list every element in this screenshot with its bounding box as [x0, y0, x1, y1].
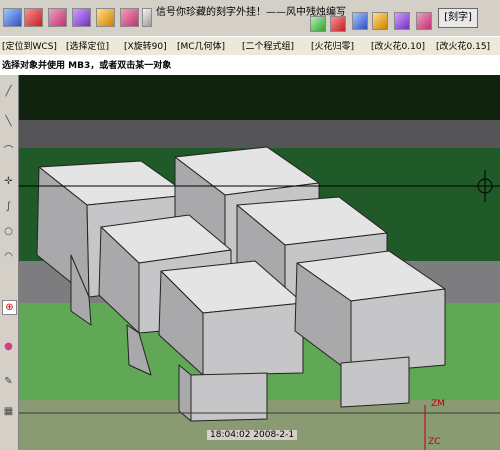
main-toolbar: 信号你珍藏的刻字外挂！——风中残烛编写 [刻字] — [0, 0, 500, 36]
cube-icon[interactable] — [72, 8, 91, 27]
solid-block — [158, 260, 304, 422]
menu-item-spark-010[interactable]: [改火花0.10] — [371, 39, 425, 52]
menu-item-select[interactable]: [选择定位] — [66, 39, 109, 52]
line-tool-icon[interactable]: ╱ — [2, 85, 15, 98]
tab-engrave[interactable]: [刻字] — [438, 8, 478, 28]
prompt-bar: 选择对象并使用 MB3，或者双击某一对象 — [0, 55, 500, 76]
left-toolstrip: ╱ ╲ ⌒ ✛ ∫ ○ ◠ ⊕ ● ✎ ▦ — [0, 75, 19, 450]
solid-icon[interactable] — [96, 8, 115, 27]
selection-tool-icon[interactable]: ⊕ — [2, 300, 17, 315]
menu-item-rotate[interactable]: [X旋转90] — [124, 39, 167, 52]
chart-icon[interactable] — [372, 12, 388, 30]
model-canvas — [19, 146, 500, 450]
menu-item-groups[interactable]: [二个程式组] — [242, 39, 294, 52]
color-palette-icon[interactable]: ● — [2, 340, 15, 353]
hatch-tool-icon[interactable]: ▦ — [2, 405, 15, 418]
arc-tool-icon[interactable]: ◠ — [2, 250, 15, 263]
box-icon[interactable] — [3, 8, 22, 27]
line-tool-icon[interactable]: ╲ — [2, 115, 15, 128]
settings-icon[interactable] — [142, 8, 152, 27]
menu-item-spark-zero[interactable]: [火花归零] — [311, 39, 354, 52]
rotate-icon[interactable] — [120, 8, 139, 27]
menu-item-geometry[interactable]: [MC几何体] — [177, 39, 225, 52]
cube-icon[interactable] — [48, 8, 67, 27]
prompt-text: 选择对象并使用 MB3，或者双击某一对象 — [2, 61, 172, 71]
menu-item-spark-015[interactable]: [改火花0.15] — [436, 39, 490, 52]
sketch-tool-icon[interactable]: ✎ — [2, 375, 15, 388]
layers-icon[interactable] — [352, 12, 368, 30]
status-timestamp: 18:04:02 2008-2-1 — [207, 430, 298, 440]
axis-label-zc: ZC — [428, 437, 441, 447]
curve-tool-icon[interactable]: ∫ — [2, 200, 15, 213]
arc-tool-icon[interactable]: ⌒ — [2, 145, 15, 158]
grid-icon[interactable] — [24, 8, 43, 27]
chart-icon[interactable] — [416, 12, 432, 30]
solid-block — [294, 250, 446, 408]
axis-label-zm: ZM — [431, 399, 445, 409]
paint-icon[interactable] — [330, 16, 346, 32]
graphics-viewport[interactable]: ZM ZC 18:04:02 2008-2-1 — [19, 75, 500, 450]
menu-item-wcs[interactable]: [定位到WCS] — [2, 39, 57, 52]
folder-icon[interactable] — [394, 12, 410, 30]
point-tool-icon[interactable]: ✛ — [2, 175, 15, 188]
menu-bar: [定位到WCS] [选择定位] [X旋转90] [MC几何体] [二个程式组] … — [0, 36, 500, 56]
shape-icon[interactable] — [310, 16, 326, 32]
circle-tool-icon[interactable]: ○ — [2, 225, 15, 238]
